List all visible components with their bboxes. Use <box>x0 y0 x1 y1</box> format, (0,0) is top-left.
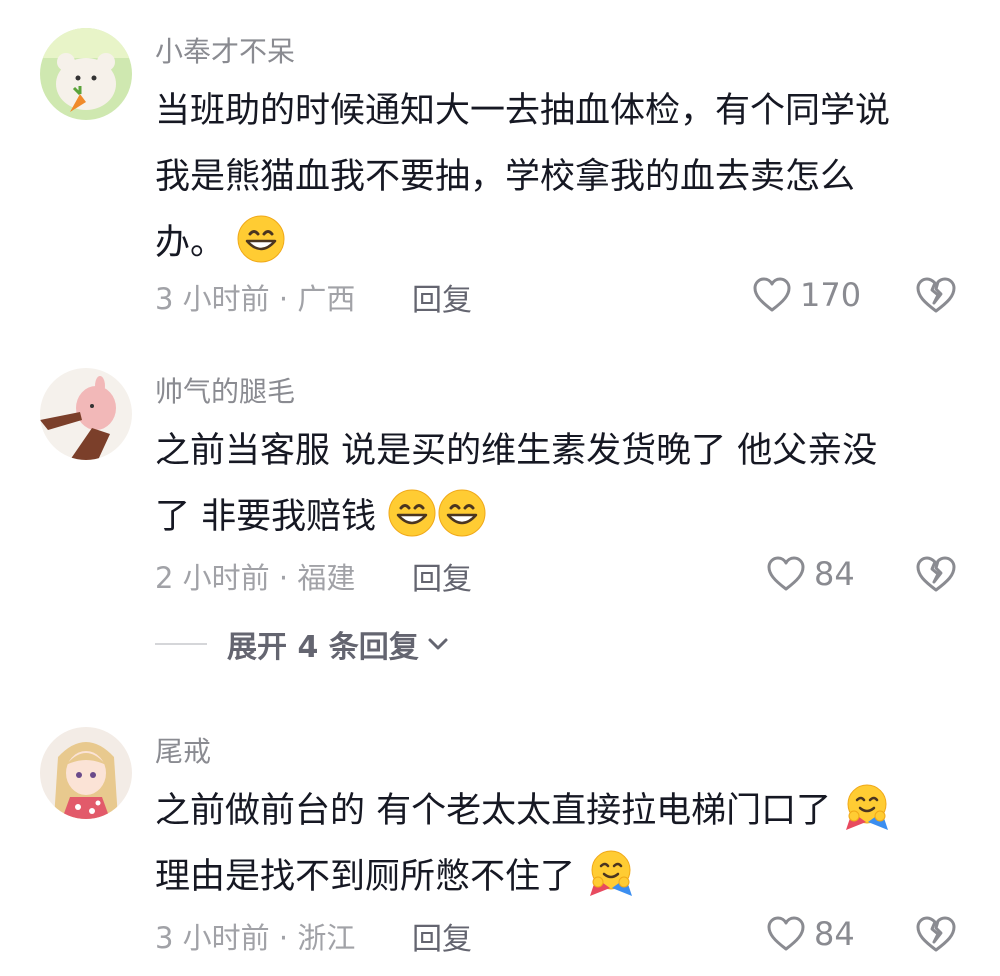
heart-outline-icon <box>767 916 805 951</box>
avatar[interactable] <box>40 28 132 120</box>
comment-text-line: 之前做前台的 有个老太太直接拉电梯门口了 <box>155 791 832 831</box>
comment-text: 之前做前台的 有个老太太直接拉电梯门口了 理由是找不到厕所憋不住了 <box>155 778 955 910</box>
comment-text-line: 当班助的时候通知大一去抽血体检，有个同学说 <box>155 91 891 131</box>
avatar-anime-girl-image <box>40 727 132 819</box>
grinning-face-emoji-icon <box>236 214 286 264</box>
broken-heart-icon <box>916 916 956 952</box>
dislike-button[interactable] <box>914 552 958 596</box>
grinning-face-emoji-icon <box>437 488 487 538</box>
hugging-face-emoji-icon <box>586 848 636 898</box>
comment-time-location: 3 小时前 · 广西 <box>155 282 356 316</box>
comment-text-line: 理由是找不到厕所憋不住了 <box>155 857 576 897</box>
hugging-face-emoji-icon <box>842 782 892 832</box>
comment-time-location: 2 小时前 · 福建 <box>155 561 356 595</box>
comment-time-location: 3 小时前 · 浙江 <box>155 921 356 955</box>
avatar[interactable] <box>40 368 132 460</box>
username[interactable]: 帅气的腿毛 <box>155 370 295 410</box>
username[interactable]: 小奉才不呆 <box>155 30 295 70</box>
comment-text: 当班助的时候通知大一去抽血体检，有个同学说 我是熊猫血我不要抽，学校拿我的血去卖… <box>155 78 955 276</box>
comment-text-line: 了 非要我赔钱 <box>155 497 377 537</box>
comment-text-line: 我是熊猫血我不要抽，学校拿我的血去卖怎么 <box>155 157 856 197</box>
like-count: 84 <box>814 915 855 953</box>
broken-heart-icon <box>916 556 956 592</box>
heart-outline-icon <box>767 556 805 591</box>
comment-text-line: 之前当客服 说是买的维生素发货晚了 他父亲没 <box>155 431 878 471</box>
broken-heart-icon <box>916 277 956 313</box>
expand-replies-button[interactable]: 展开 4 条回复 <box>155 622 449 666</box>
like-button[interactable]: 84 <box>766 912 855 956</box>
like-count: 84 <box>814 555 855 593</box>
like-button[interactable]: 170 <box>752 273 861 317</box>
chevron-down-icon <box>428 638 448 650</box>
like-button[interactable]: 84 <box>766 552 855 596</box>
heart-outline-icon <box>753 277 791 312</box>
reply-button[interactable]: 回复 <box>412 914 472 958</box>
avatar[interactable] <box>40 727 132 819</box>
avatar-cartoon-image <box>40 368 132 460</box>
username[interactable]: 尾戒 <box>155 730 211 770</box>
reply-button[interactable]: 回复 <box>412 554 472 598</box>
comment-text: 之前当客服 说是买的维生素发货晚了 他父亲没 了 非要我赔钱 <box>155 418 955 550</box>
reply-button[interactable]: 回复 <box>412 275 472 319</box>
grinning-face-emoji-icon <box>387 488 437 538</box>
dislike-button[interactable] <box>914 273 958 317</box>
comment-text-line: 办。 <box>155 223 226 263</box>
dislike-button[interactable] <box>914 912 958 956</box>
avatar-hamster-image <box>40 28 132 120</box>
expand-replies-label: 展开 4 条回复 <box>227 630 419 665</box>
like-count: 170 <box>800 276 862 314</box>
divider-line <box>155 643 207 645</box>
